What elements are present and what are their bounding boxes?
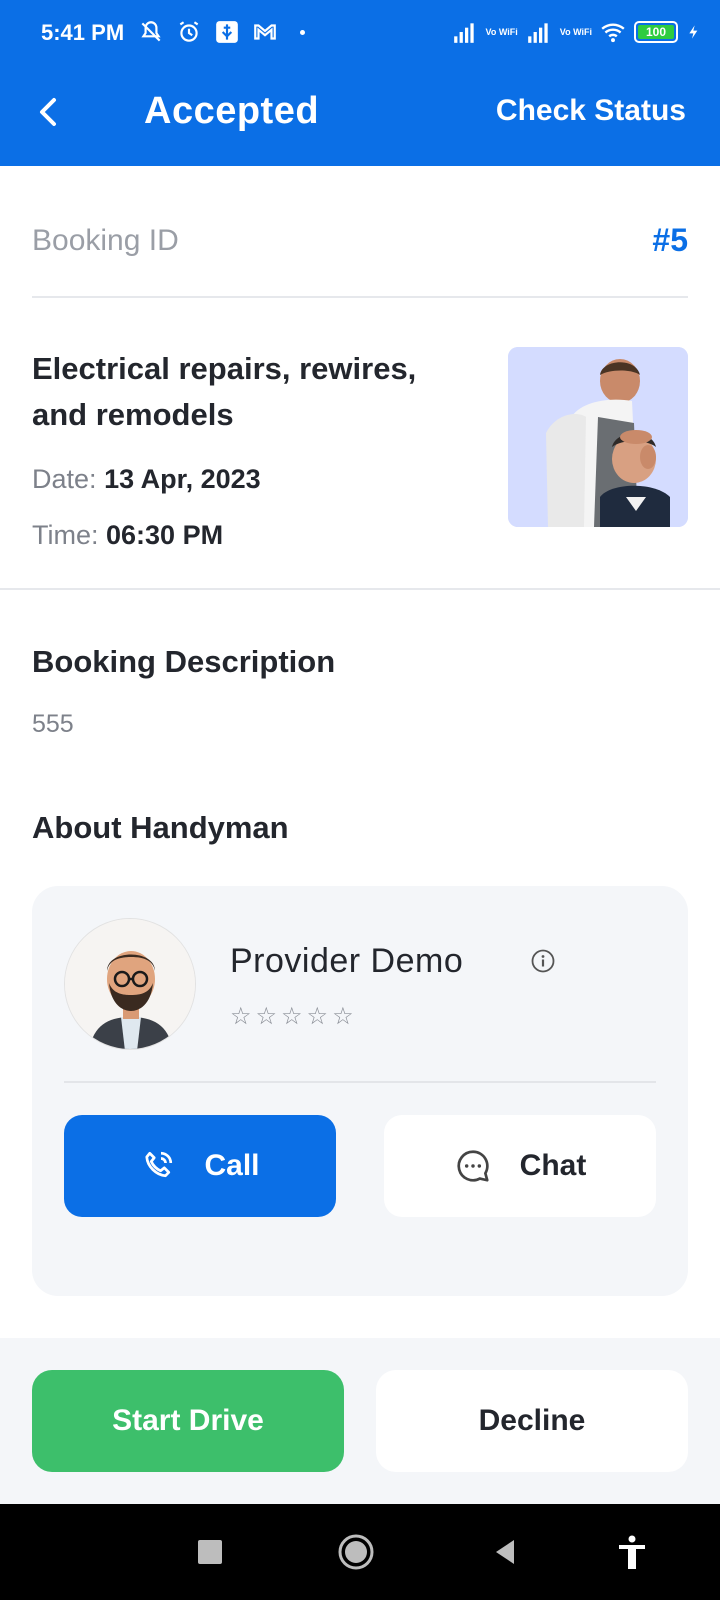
booking-id-label: Booking ID bbox=[32, 224, 179, 257]
status-time: 5:41 PM bbox=[41, 20, 125, 45]
about-handyman-heading: About Handyman bbox=[32, 810, 289, 845]
back-icon[interactable] bbox=[486, 1532, 526, 1572]
service-info: Electrical repairs, rewires, and remodel… bbox=[0, 298, 720, 590]
mute-icon bbox=[141, 21, 161, 42]
app-bar: Accepted Check Status bbox=[0, 68, 720, 166]
time-value: 06:30 PM bbox=[106, 520, 224, 550]
check-status-button[interactable]: Check Status bbox=[496, 94, 686, 128]
usb-icon bbox=[216, 21, 238, 43]
booking-date: Date: 13 Apr, 2023 bbox=[32, 464, 261, 495]
call-label: Call bbox=[204, 1149, 260, 1182]
time-label: Time: bbox=[32, 520, 99, 550]
date-value: 13 Apr, 2023 bbox=[104, 464, 261, 494]
avatar bbox=[64, 918, 196, 1050]
vowifi-label: Vo WiFi bbox=[485, 27, 518, 37]
accessibility-icon[interactable] bbox=[612, 1532, 652, 1572]
star-icon: ☆ bbox=[332, 1003, 354, 1030]
divider bbox=[64, 1081, 656, 1083]
service-name: Electrical repairs, rewires, and remodel… bbox=[32, 351, 417, 432]
booking-time: Time: 06:30 PM bbox=[32, 520, 223, 551]
booking-id-value: #5 bbox=[652, 222, 688, 258]
chat-bubble-icon bbox=[457, 1150, 489, 1182]
start-drive-button[interactable]: Start Drive bbox=[32, 1370, 344, 1472]
home-icon[interactable] bbox=[336, 1532, 376, 1572]
status-bar: 5:41 PM Vo WiFi Vo WiFi 100 bbox=[0, 0, 720, 68]
chat-label: Chat bbox=[519, 1149, 587, 1182]
decline-button[interactable]: Decline bbox=[376, 1370, 688, 1472]
booking-description-heading: Booking Description bbox=[32, 644, 336, 679]
booking-id-row: Booking ID #5 bbox=[32, 196, 688, 298]
star-icon: ☆ bbox=[306, 1003, 329, 1030]
page-title: Accepted bbox=[144, 90, 320, 132]
booking-description-text: 555 bbox=[32, 710, 74, 738]
bottom-actions: Start Drive Decline bbox=[0, 1338, 720, 1504]
star-icon: ☆ bbox=[230, 1003, 252, 1030]
notification-icons bbox=[138, 19, 305, 45]
star-icon: ☆ bbox=[281, 1003, 303, 1030]
provider-name[interactable]: Provider Demo bbox=[230, 942, 463, 981]
vowifi-label: Vo WiFi bbox=[559, 27, 592, 37]
recents-icon[interactable] bbox=[190, 1532, 230, 1572]
battery-icon: 100 bbox=[634, 21, 678, 43]
call-button[interactable]: Call bbox=[64, 1115, 336, 1217]
signal-icon bbox=[453, 23, 474, 43]
handyman-card: Provider Demo ☆ ☆ ☆ ☆ ☆ Call Chat bbox=[32, 886, 688, 1296]
wifi-icon bbox=[601, 23, 625, 43]
chat-button[interactable]: Chat bbox=[384, 1115, 656, 1217]
star-icon: ☆ bbox=[255, 1003, 278, 1030]
more-dot bbox=[300, 29, 305, 35]
rating-stars: ☆ ☆ ☆ ☆ ☆ bbox=[230, 1002, 354, 1031]
back-arrow-icon[interactable] bbox=[30, 92, 70, 132]
info-icon[interactable] bbox=[530, 948, 556, 974]
date-label: Date: bbox=[32, 464, 97, 494]
alarm-icon bbox=[179, 21, 199, 42]
service-image bbox=[508, 347, 688, 527]
charging-icon bbox=[689, 25, 698, 39]
gmail-icon bbox=[254, 24, 276, 40]
signal-icon bbox=[527, 23, 548, 43]
system-nav-bar bbox=[0, 1504, 720, 1600]
system-icons: Vo WiFi Vo WiFi 100 bbox=[452, 19, 703, 45]
phone-icon bbox=[145, 1151, 173, 1178]
